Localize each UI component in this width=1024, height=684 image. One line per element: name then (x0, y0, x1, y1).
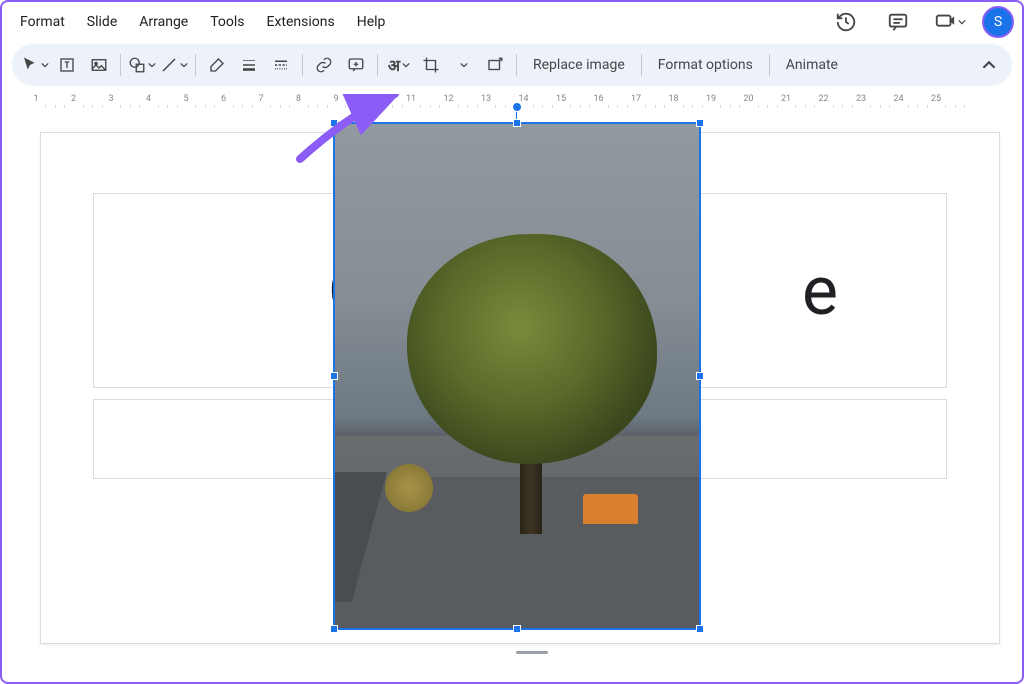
image-content (335, 124, 699, 628)
add-comment-icon[interactable] (341, 50, 371, 80)
border-color-icon[interactable] (202, 50, 232, 80)
toolbar: अ Replace image Format options Animate (12, 44, 1012, 86)
resize-handle-br[interactable] (696, 625, 704, 633)
history-icon[interactable] (826, 2, 866, 42)
comment-icon[interactable] (878, 2, 918, 42)
slide[interactable]: C e (40, 132, 1000, 644)
image-tool-icon[interactable] (84, 50, 114, 80)
resize-handle-ml[interactable] (330, 372, 338, 380)
canvas-area[interactable]: C e (12, 112, 1012, 662)
menu-format[interactable]: Format (10, 8, 75, 36)
speaker-notes-handle[interactable] (516, 651, 548, 654)
resize-handle-bm[interactable] (513, 625, 521, 633)
resize-handle-tl[interactable] (330, 119, 338, 127)
toolbar-divider (195, 54, 196, 76)
present-icon[interactable] (930, 2, 970, 42)
shape-tool-icon[interactable] (127, 50, 157, 80)
avatar[interactable]: S (982, 6, 1014, 38)
translate-icon[interactable]: अ (384, 50, 414, 80)
selected-image[interactable] (333, 122, 701, 630)
menubar-right: S (826, 2, 1014, 42)
mask-icon[interactable] (448, 50, 478, 80)
menu-slide[interactable]: Slide (77, 8, 127, 36)
line-tool-icon[interactable] (159, 50, 189, 80)
menu-arrange[interactable]: Arrange (129, 8, 198, 36)
collapse-toolbar-icon[interactable] (974, 50, 1004, 80)
link-icon[interactable] (309, 50, 339, 80)
select-tool-icon[interactable] (20, 50, 50, 80)
reset-image-icon[interactable] (480, 50, 510, 80)
toolbar-divider (641, 54, 642, 76)
menu-help[interactable]: Help (347, 8, 396, 36)
toolbar-divider (516, 54, 517, 76)
toolbar-divider (769, 54, 770, 76)
resize-handle-tm[interactable] (513, 119, 521, 127)
menubar-left: Format Slide Arrange Tools Extensions He… (10, 8, 395, 36)
menu-extensions[interactable]: Extensions (257, 8, 345, 36)
border-weight-icon[interactable] (234, 50, 264, 80)
animate-button[interactable]: Animate (776, 50, 848, 80)
crop-icon[interactable] (416, 50, 446, 80)
toolbar-divider (302, 54, 303, 76)
title-text-right: e (802, 251, 838, 331)
menu-tools[interactable]: Tools (200, 8, 254, 36)
toolbar-divider (120, 54, 121, 76)
border-dash-icon[interactable] (266, 50, 296, 80)
replace-image-button[interactable]: Replace image (523, 50, 635, 80)
rotate-handle[interactable] (512, 102, 522, 112)
format-options-button[interactable]: Format options (648, 50, 763, 80)
textbox-tool-icon[interactable] (52, 50, 82, 80)
toolbar-divider (377, 54, 378, 76)
resize-handle-tr[interactable] (696, 119, 704, 127)
menubar: Format Slide Arrange Tools Extensions He… (2, 2, 1022, 42)
resize-handle-bl[interactable] (330, 625, 338, 633)
resize-handle-mr[interactable] (696, 372, 704, 380)
